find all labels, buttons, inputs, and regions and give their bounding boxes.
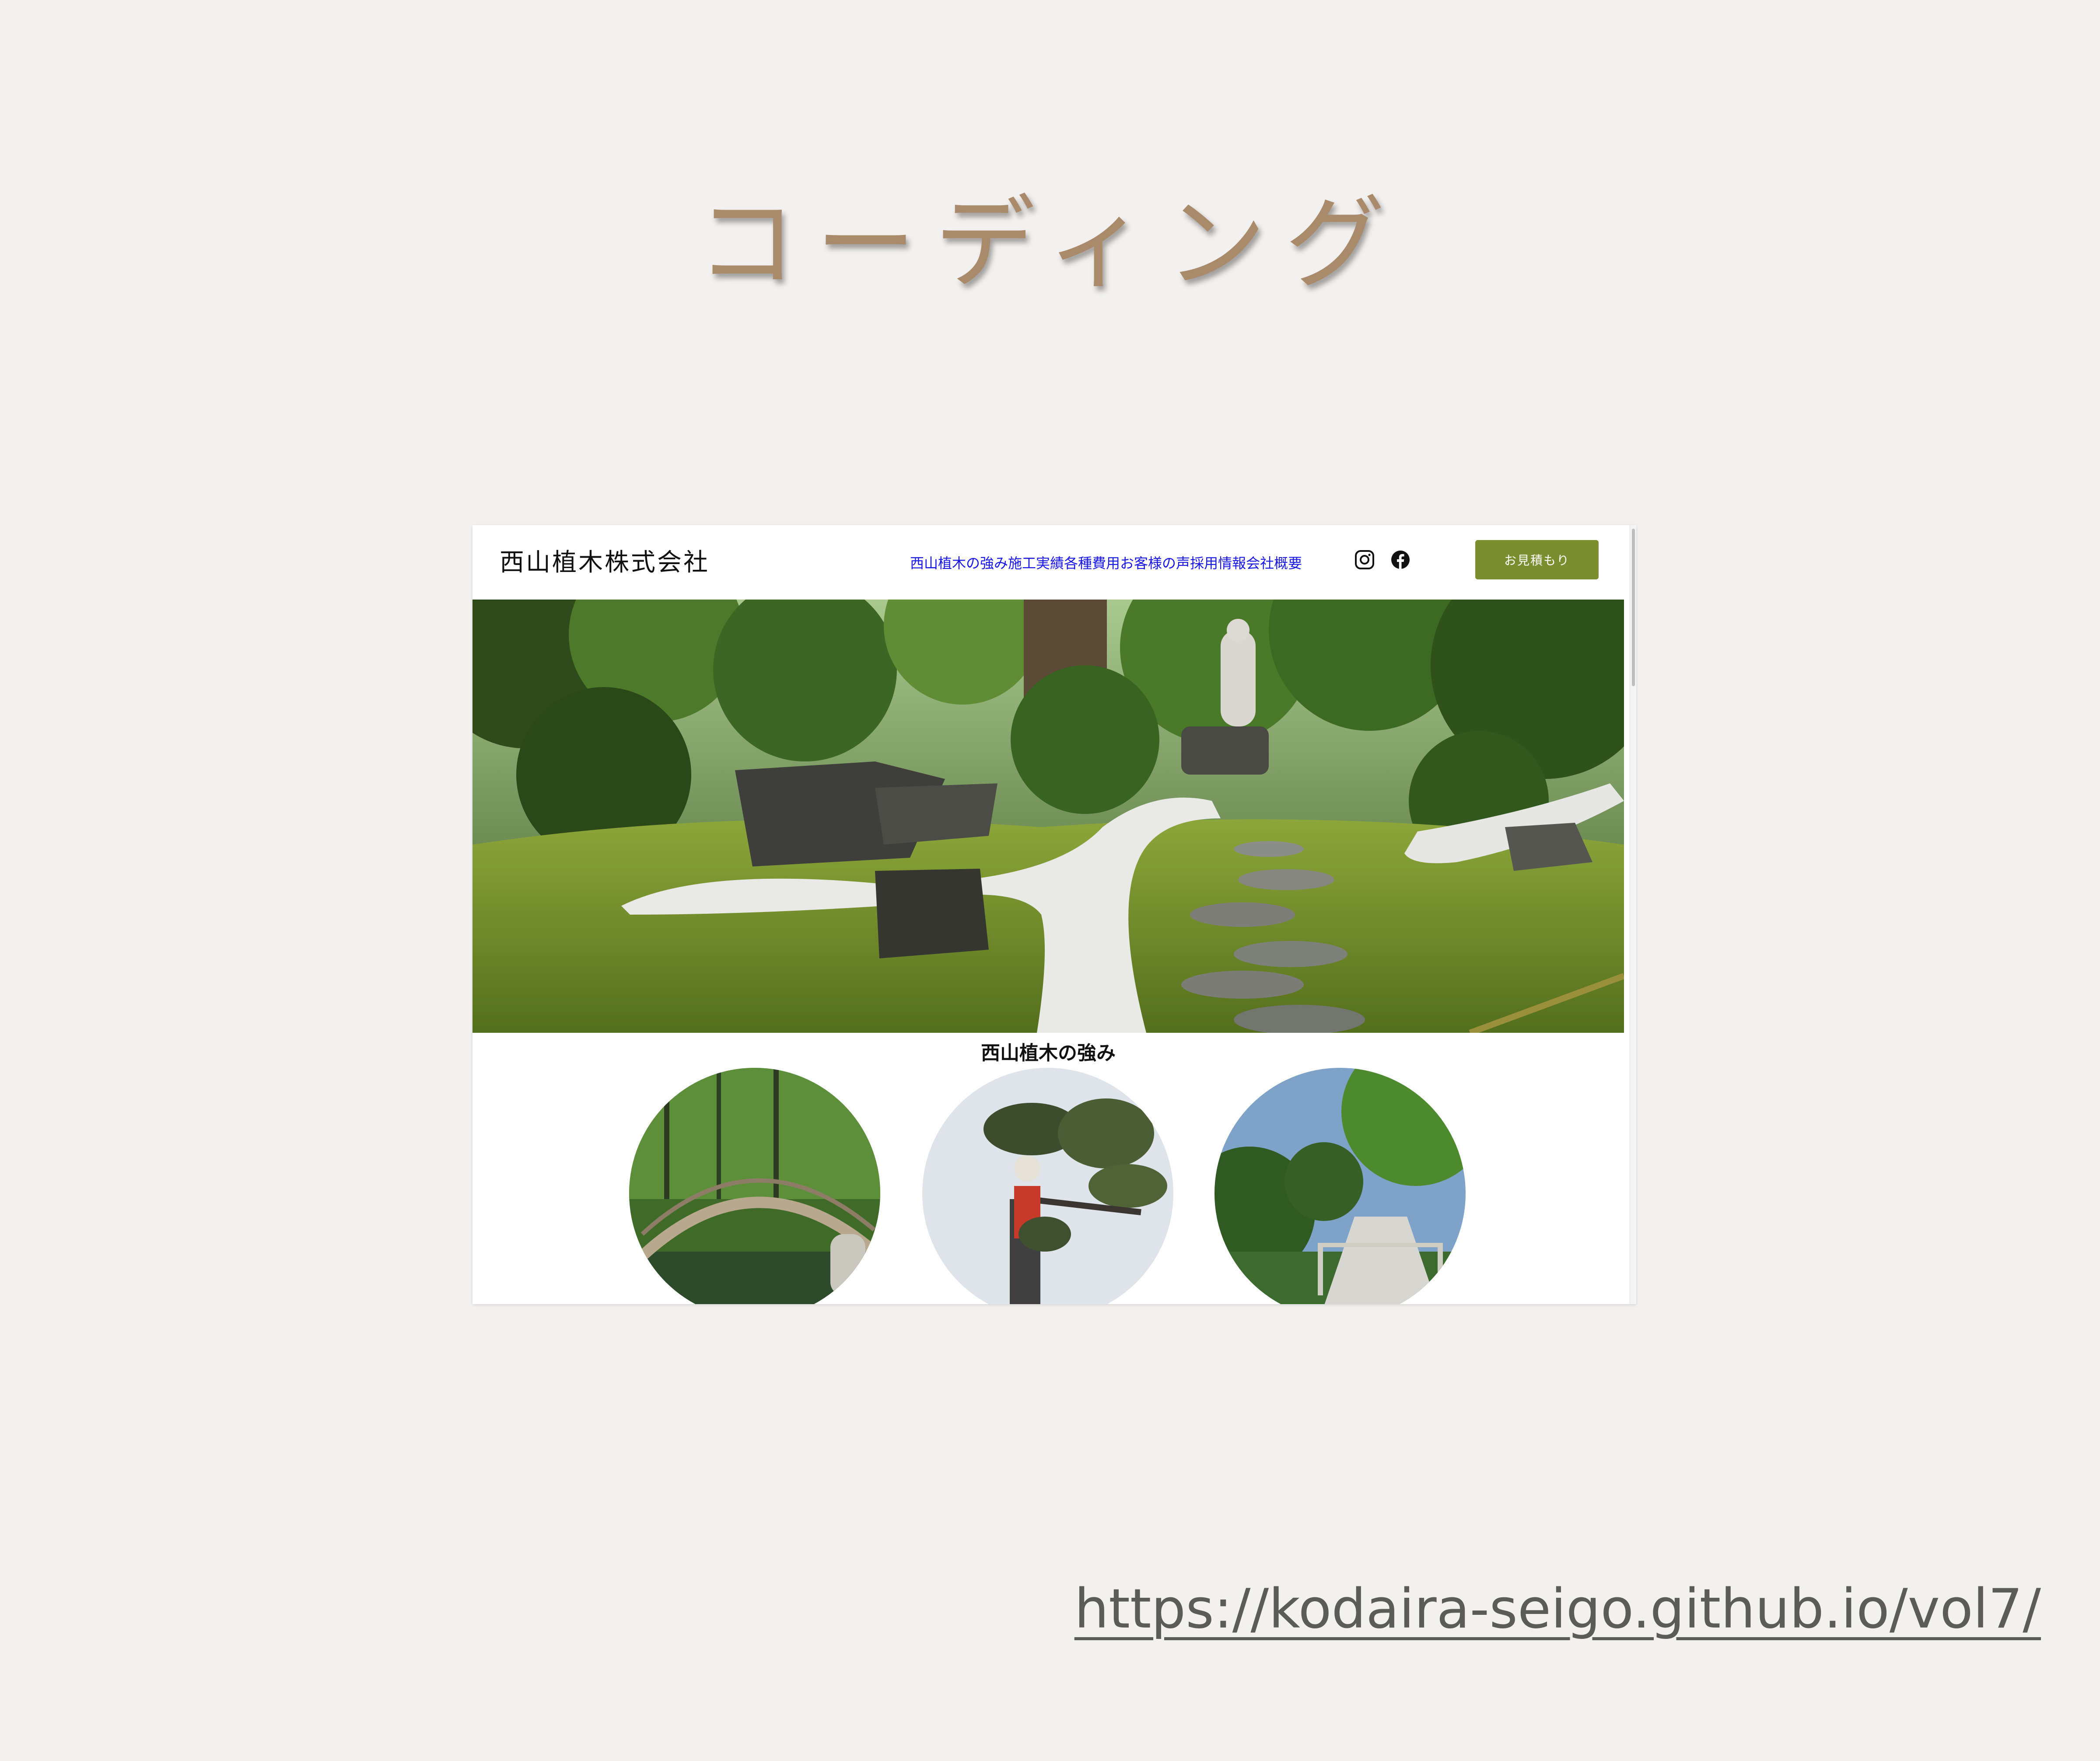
facebook-icon[interactable]: [1389, 548, 1412, 572]
site-url-link[interactable]: https://kodaira-seigo.github.io/vol7/: [1074, 1578, 2041, 1641]
strength-image-garden-bridge: [1214, 1068, 1466, 1304]
slide-title: コーディング: [696, 186, 1404, 302]
instagram-icon[interactable]: [1353, 548, 1376, 572]
strength-image-bridge: [629, 1068, 880, 1304]
nav-item-works[interactable]: 施工実績: [1008, 552, 1064, 572]
scrollbar-thumb[interactable]: [1632, 529, 1635, 686]
nav-item-fees[interactable]: 各種費用: [1064, 552, 1120, 572]
nav-item-company[interactable]: 会社概要: [1246, 552, 1302, 572]
section-title-strengths: 西山植木の強み: [981, 1042, 1116, 1064]
main-nav: 西山植木の強み 施工実績 各種費用 お客様の声 採用情報 会社概要: [910, 552, 1302, 572]
nav-item-recruit[interactable]: 採用情報: [1190, 552, 1246, 572]
site-screenshot: 西山植木株式会社 西山植木の強み 施工実績 各種費用 お客様の声 採用情報 会社…: [472, 525, 1636, 1304]
nav-item-strengths[interactable]: 西山植木の強み: [910, 552, 1008, 572]
site-logo[interactable]: 西山植木株式会社: [500, 543, 710, 578]
scrollbar[interactable]: [1630, 525, 1636, 1304]
nav-item-voices[interactable]: お客様の声: [1120, 552, 1190, 572]
hero-garden-image: [472, 600, 1624, 1033]
site-header: 西山植木株式会社 西山植木の強み 施工実績 各種費用 お客様の声 採用情報 会社…: [472, 525, 1630, 600]
estimate-button[interactable]: お見積もり: [1475, 540, 1599, 579]
strength-image-pruning: [922, 1068, 1173, 1304]
